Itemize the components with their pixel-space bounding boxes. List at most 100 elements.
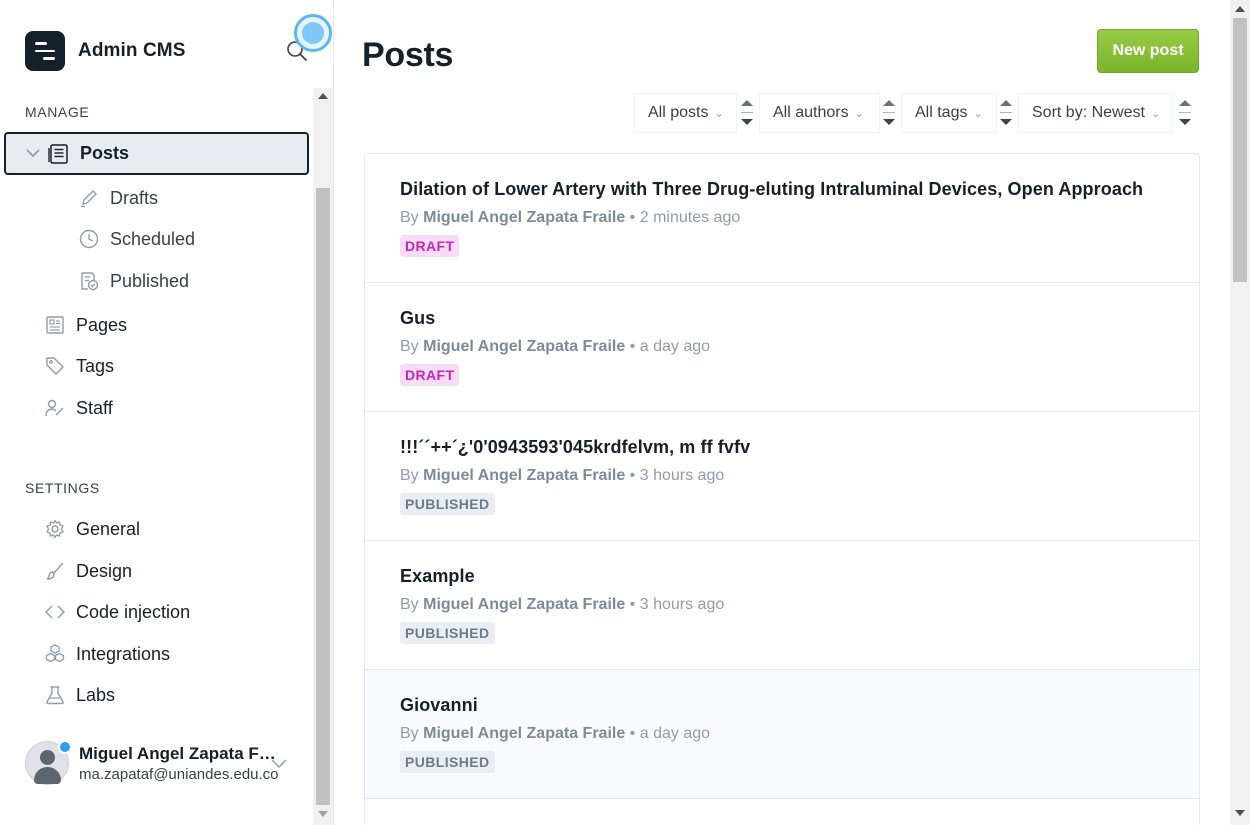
brush-icon (44, 560, 66, 582)
chevron-down-icon[interactable] (271, 756, 287, 774)
post-title[interactable]: Giovanni (400, 695, 1199, 716)
sidebar-scrollbar-thumb[interactable] (316, 188, 330, 805)
pages-icon (44, 314, 66, 336)
filter-tag-select[interactable]: All tags ⌄ (901, 93, 997, 133)
sidebar-item-posts[interactable]: Posts (4, 132, 309, 175)
notification-dot (58, 740, 72, 754)
post-author: Miguel Angel Zapata Fraile (423, 596, 626, 613)
post-meta: By Miguel Angel Zapata Fraile • a day ag… (400, 338, 711, 355)
clock-icon (78, 228, 100, 250)
post-time: 3 hours ago (639, 467, 725, 484)
filter-author-spinner[interactable] (879, 93, 899, 133)
filter-type-select[interactable]: All posts ⌄ (634, 93, 737, 133)
staff-icon (44, 397, 66, 419)
post-time: a day ago (639, 338, 711, 355)
sidebar-item-label: Pages (76, 314, 128, 335)
post-title[interactable]: Example (400, 566, 1199, 587)
pencil-icon (78, 187, 100, 209)
user-email: ma.zapataf@uniandes.edu.co (79, 765, 279, 783)
post-author: Miguel Angel Zapata Fraile (423, 209, 626, 226)
filter-author-select[interactable]: All authors ⌄ (759, 93, 880, 133)
post-meta: By Miguel Angel Zapata Fraile • 3 hours … (400, 467, 725, 484)
post-time: 3 hours ago (639, 596, 725, 613)
code-icon (44, 601, 66, 623)
brand-name: Admin CMS (78, 40, 186, 61)
post-meta: By Miguel Angel Zapata Fraile • a day ag… (400, 725, 711, 742)
filter-tag-spinner[interactable] (996, 93, 1016, 133)
page-title: Posts (362, 36, 454, 74)
filter-label: All posts (648, 104, 709, 121)
sidebar-item-general[interactable]: General (44, 514, 140, 544)
brand-logo-icon (25, 31, 65, 71)
scroll-down-arrow-icon[interactable] (318, 811, 328, 817)
tag-icon (44, 355, 66, 377)
sidebar-item-label: Design (76, 560, 133, 581)
sidebar-item-drafts[interactable]: Drafts (78, 183, 158, 213)
sidebar-item-design[interactable]: Design (44, 556, 132, 586)
scroll-up-arrow-icon[interactable] (318, 93, 328, 99)
sidebar-item-staff[interactable]: Staff (44, 393, 113, 423)
flask-icon (44, 684, 66, 706)
list-item[interactable]: Giovanni By Miguel Angel Zapata Fraile •… (365, 670, 1199, 799)
list-item[interactable]: Dilation of Lower Artery with Three Drug… (365, 154, 1199, 283)
post-title[interactable]: Gus (400, 308, 1199, 329)
post-time: a day ago (639, 725, 711, 742)
chevron-down-icon: ⌄ (1150, 107, 1161, 120)
section-label-settings: SETTINGS (25, 480, 100, 496)
published-icon (78, 270, 100, 292)
post-time: 2 minutes ago (639, 209, 741, 226)
chevron-down-icon: ⌄ (973, 107, 983, 120)
filter-label: Sort by: Newest (1032, 104, 1145, 121)
chevron-down-icon: ⌄ (714, 107, 724, 120)
status-badge: DRAFT (400, 235, 460, 257)
sidebar-item-tags[interactable]: Tags (44, 351, 114, 381)
post-meta: By Miguel Angel Zapata Fraile • 2 minute… (400, 209, 741, 226)
list-item[interactable]: Example By Miguel Angel Zapata Fraile • … (365, 541, 1199, 670)
sidebar-item-label: Tags (76, 355, 115, 376)
sort-spinner[interactable] (1175, 93, 1195, 133)
section-label-manage: MANAGE (25, 104, 90, 120)
filter-type-spinner[interactable] (737, 93, 757, 133)
user-menu[interactable]: Miguel Angel Zapata Fraile ma.zapataf@un… (25, 740, 295, 785)
sidebar-item-label: Scheduled (110, 228, 196, 249)
sidebar-nav: MANAGE Posts Drafts Scheduled Published … (0, 88, 312, 825)
brand[interactable]: Admin CMS (25, 31, 186, 71)
sidebar-item-published[interactable]: Published (78, 266, 189, 296)
sidebar-item-labs[interactable]: Labs (44, 680, 115, 710)
sidebar-item-label: General (76, 518, 141, 539)
filter-label: All authors (773, 104, 849, 121)
status-badge: PUBLISHED (400, 622, 495, 644)
sidebar-item-label: Labs (76, 684, 116, 705)
sidebar: Admin CMS MANAGE Posts Drafts Scheduled … (0, 0, 334, 825)
status-badge: PUBLISHED (400, 751, 495, 773)
sidebar-item-scheduled[interactable]: Scheduled (78, 224, 195, 254)
page-scrollbar[interactable] (1230, 0, 1250, 825)
gear-icon (44, 518, 66, 540)
page-scrollbar-thumb[interactable] (1233, 18, 1247, 282)
sidebar-item-pages[interactable]: Pages (44, 310, 127, 340)
filter-label: All tags (915, 104, 968, 121)
integrations-icon (44, 643, 66, 665)
chevron-down-icon[interactable] (26, 145, 40, 163)
click-focus-indicator (294, 14, 332, 52)
new-post-button[interactable]: New post (1097, 29, 1199, 73)
list-item[interactable]: !!!´´++´¿'0'0943593'045krdfelvm, m ff fv… (365, 412, 1199, 541)
sidebar-item-code-injection[interactable]: Code injection (44, 597, 190, 627)
post-title[interactable]: Dilation of Lower Artery with Three Drug… (400, 179, 1199, 200)
post-title[interactable]: !!!´´++´¿'0'0943593'045krdfelvm, m ff fv… (400, 437, 1199, 458)
sort-select[interactable]: Sort by: Newest ⌄ (1018, 93, 1173, 133)
sidebar-item-integrations[interactable]: Integrations (44, 639, 170, 669)
post-author: Miguel Angel Zapata Fraile (423, 725, 626, 742)
scroll-down-arrow-icon[interactable] (1235, 810, 1245, 816)
post-author: Miguel Angel Zapata Fraile (423, 467, 626, 484)
user-name: Miguel Angel Zapata Fraile (79, 743, 279, 763)
status-badge: DRAFT (400, 364, 460, 386)
sidebar-item-label: Published (110, 270, 190, 291)
avatar (25, 740, 72, 785)
list-item[interactable]: Gus By Miguel Angel Zapata Fraile • a da… (365, 283, 1199, 412)
scroll-up-arrow-icon[interactable] (1235, 6, 1245, 12)
sidebar-scrollbar[interactable] (313, 88, 333, 825)
status-badge: PUBLISHED (400, 493, 495, 515)
post-list: Dilation of Lower Artery with Three Drug… (364, 153, 1200, 825)
sidebar-item-label: Staff (76, 397, 113, 418)
